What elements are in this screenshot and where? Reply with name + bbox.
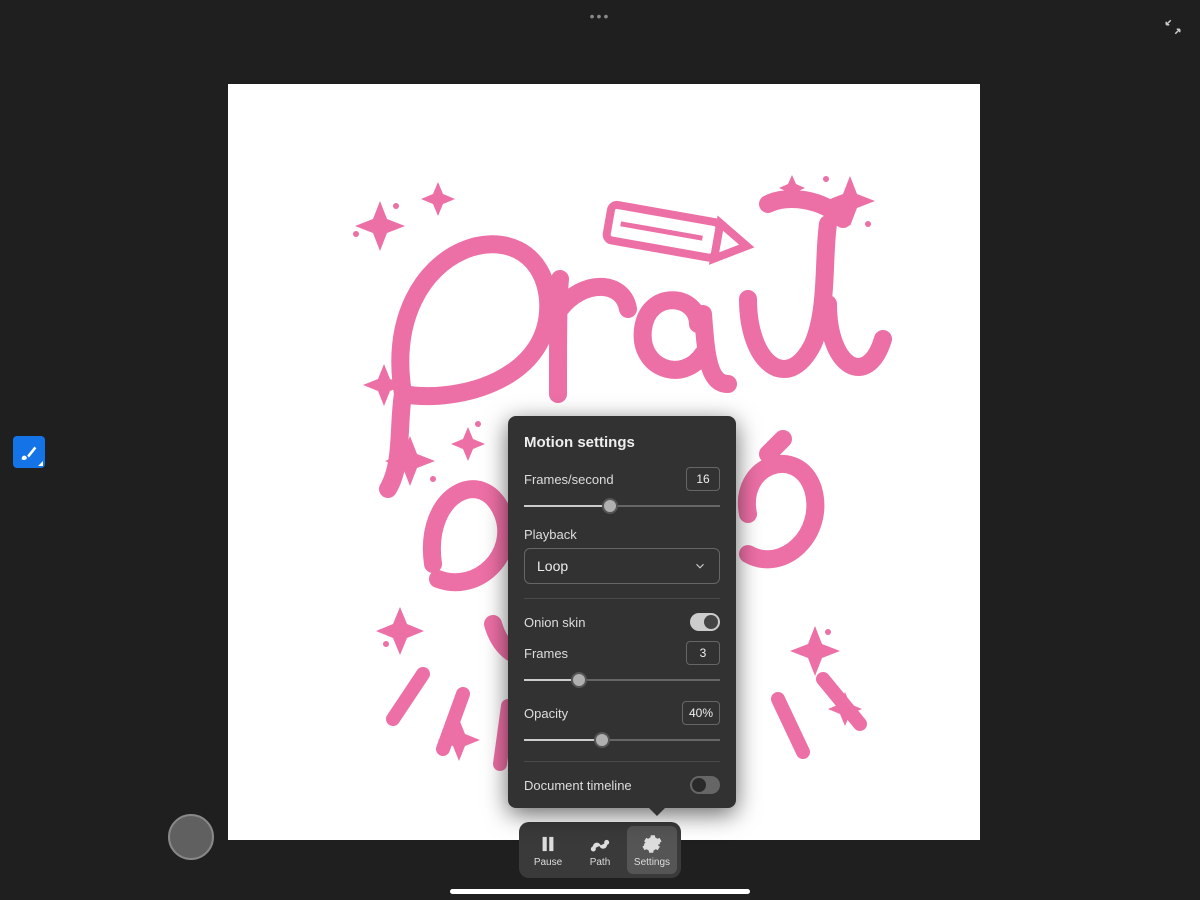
document-timeline-label: Document timeline (524, 778, 632, 793)
fps-label: Frames/second (524, 472, 614, 487)
pause-button[interactable]: Pause (523, 826, 573, 874)
divider (524, 598, 720, 599)
chevron-down-icon (693, 559, 707, 573)
motion-settings-panel: Motion settings Frames/second 16 Playbac… (508, 416, 736, 808)
window-handle-dots[interactable]: ••• (590, 8, 611, 24)
onion-skin-toggle[interactable] (690, 613, 720, 631)
pause-icon (538, 833, 558, 855)
playback-select[interactable]: Loop (524, 548, 720, 584)
path-icon (590, 833, 610, 855)
playback-value: Loop (537, 558, 568, 574)
onion-skin-label: Onion skin (524, 615, 585, 630)
settings-label: Settings (634, 857, 670, 868)
tool-expand-indicator-icon (38, 461, 43, 466)
gear-icon (642, 833, 662, 855)
pause-label: Pause (534, 857, 562, 868)
settings-button[interactable]: Settings (627, 826, 677, 874)
fps-slider[interactable] (524, 497, 720, 515)
path-button[interactable]: Path (575, 826, 625, 874)
home-indicator[interactable] (450, 889, 750, 894)
onion-opacity-label: Opacity (524, 706, 568, 721)
onion-frames-label: Frames (524, 646, 568, 661)
divider (524, 761, 720, 762)
document-timeline-toggle[interactable] (690, 776, 720, 794)
onion-frames-value[interactable]: 3 (686, 641, 720, 665)
path-label: Path (590, 857, 611, 868)
onion-opacity-value[interactable]: 40% (682, 701, 720, 725)
touch-puck[interactable] (168, 814, 214, 860)
onion-frames-slider[interactable] (524, 671, 720, 689)
panel-title: Motion settings (524, 434, 720, 451)
motion-toolbar: Pause Path Settings (519, 822, 681, 878)
fps-value[interactable]: 16 (686, 467, 720, 491)
onion-opacity-slider[interactable] (524, 731, 720, 749)
playback-label: Playback (524, 527, 577, 542)
brush-tool-button[interactable] (13, 436, 45, 468)
exit-fullscreen-icon[interactable] (1164, 18, 1182, 36)
